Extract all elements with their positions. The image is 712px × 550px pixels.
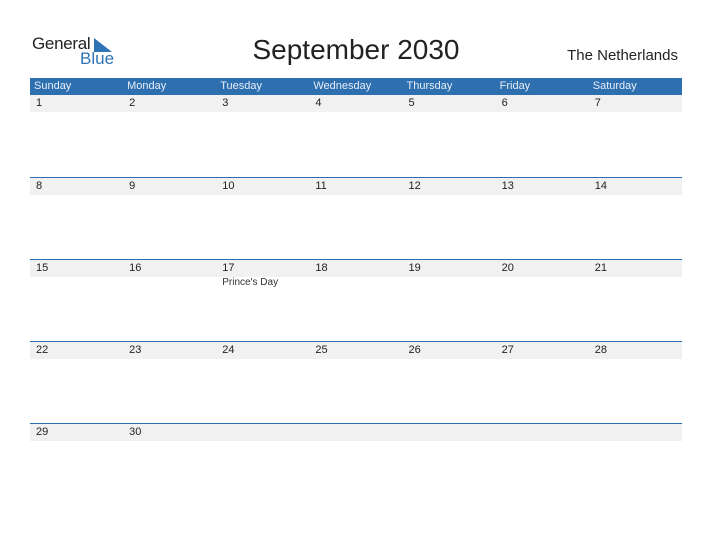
holiday-label	[309, 277, 402, 288]
date-row: 15 16 17 18 19 20 21	[30, 260, 682, 277]
week-row: 22 23 24 25 26 27 28	[30, 341, 682, 423]
weekday-thursday: Thursday	[406, 80, 453, 92]
day-number: 29	[36, 426, 49, 438]
day-number: 28	[594, 344, 607, 356]
date-row: 1 2 3 4 5 6 7	[30, 95, 682, 112]
holiday-label	[589, 277, 682, 288]
holiday-label: Prince's Day	[222, 277, 279, 288]
day-number: 1	[36, 97, 43, 109]
day-number: 9	[129, 180, 136, 192]
day-number: 3	[222, 97, 229, 109]
weekday-sunday: Sunday	[34, 80, 72, 92]
holiday-label	[123, 277, 216, 288]
weekday-monday: Monday	[127, 80, 167, 92]
day-number: 27	[501, 344, 514, 356]
day-number: 10	[222, 180, 235, 192]
day-number: 5	[408, 97, 415, 109]
holiday-label	[496, 277, 589, 288]
calendar-grid: Sunday Monday Tuesday Wednesday Thursday…	[30, 78, 682, 505]
weekday-friday: Friday	[499, 80, 531, 92]
date-row: 29 30	[30, 424, 682, 441]
day-number: 19	[408, 262, 421, 274]
day-number: 26	[408, 344, 421, 356]
day-number: 2	[129, 97, 136, 109]
day-number: 7	[594, 97, 601, 109]
week-row: 8 9 10 11 12 13 14	[30, 177, 682, 259]
day-number: 24	[222, 344, 235, 356]
day-number: 8	[36, 180, 43, 192]
day-number: 18	[315, 262, 328, 274]
day-number	[496, 424, 589, 441]
day-number: 6	[501, 97, 508, 109]
weekday-saturday: Saturday	[592, 80, 637, 92]
event-row: Prince's Day	[30, 277, 682, 288]
day-number: 23	[129, 344, 142, 356]
day-number: 17	[222, 262, 235, 274]
day-number	[309, 424, 402, 441]
day-number: 20	[501, 262, 514, 274]
date-row: 22 23 24 25 26 27 28	[30, 342, 682, 359]
week-row: 15 16 17 18 19 20 21 Prince's Day	[30, 259, 682, 341]
day-number: 15	[36, 262, 49, 274]
day-number: 25	[315, 344, 328, 356]
holiday-label	[30, 277, 123, 288]
day-number	[403, 424, 496, 441]
day-number: 21	[594, 262, 607, 274]
country-label: The Netherlands	[567, 47, 678, 64]
week-row: 1 2 3 4 5 6 7	[30, 95, 682, 177]
holiday-label	[403, 277, 496, 288]
day-number	[589, 424, 682, 441]
day-number: 30	[129, 426, 142, 438]
day-number	[216, 424, 309, 441]
week-row: 29 30	[30, 423, 682, 505]
day-number: 16	[129, 262, 142, 274]
day-number: 22	[36, 344, 49, 356]
day-number: 4	[315, 97, 322, 109]
weekday-wednesday: Wednesday	[313, 80, 372, 92]
day-number: 14	[594, 180, 607, 192]
day-number: 11	[315, 180, 327, 192]
weekday-tuesday: Tuesday	[220, 80, 263, 92]
weekday-header: Sunday Monday Tuesday Wednesday Thursday…	[30, 78, 682, 95]
date-row: 8 9 10 11 12 13 14	[30, 178, 682, 195]
day-number: 13	[501, 180, 514, 192]
day-number: 12	[408, 180, 421, 192]
